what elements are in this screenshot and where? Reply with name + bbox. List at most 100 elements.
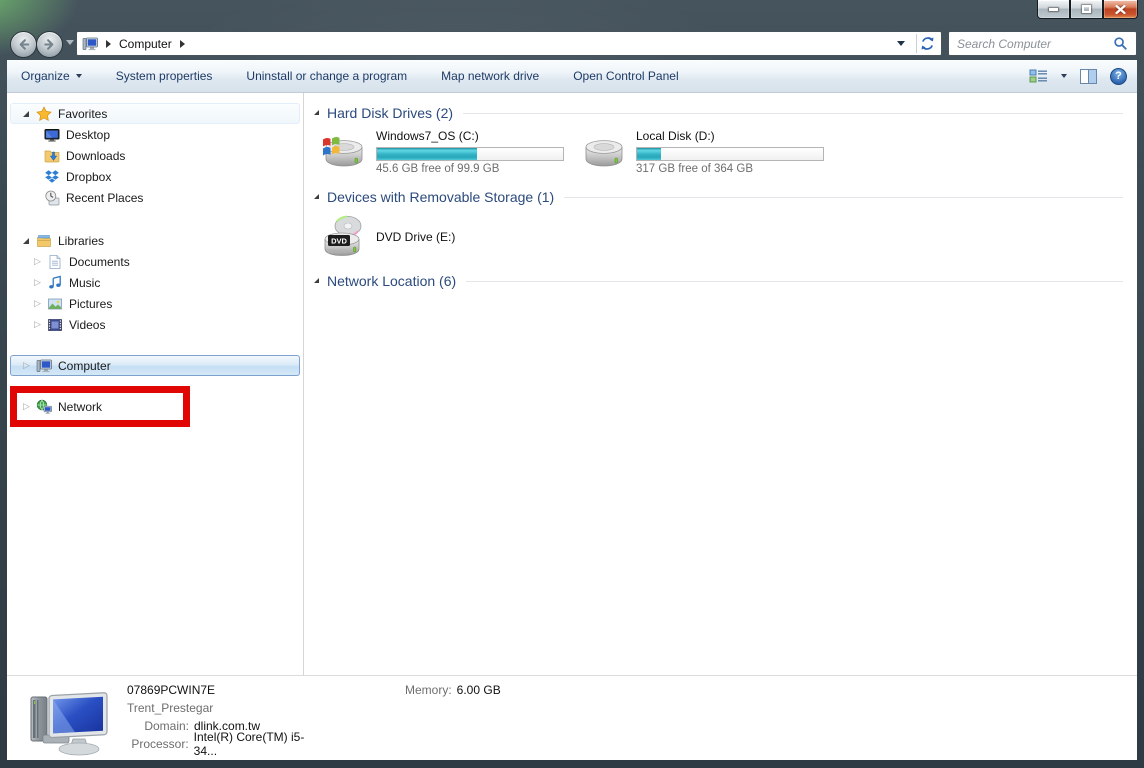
- hard-drive-windows-icon: [320, 131, 368, 173]
- documents-label: Documents: [69, 255, 130, 269]
- computer-icon: [36, 358, 52, 374]
- recent-places-icon: [44, 190, 60, 206]
- collapsed-arrow-icon[interactable]: ▷: [23, 401, 31, 412]
- group-header-removable-storage[interactable]: Devices with Removable Storage (1): [312, 187, 1123, 207]
- dvd-drive-tile[interactable]: DVD DVD Drive (E:): [320, 213, 1123, 261]
- history-dropdown[interactable]: [66, 40, 74, 45]
- star-icon: [36, 106, 52, 122]
- collapsed-arrow-icon[interactable]: ▷: [34, 298, 42, 309]
- sidebar-item-recent-places[interactable]: Recent Places: [7, 187, 303, 208]
- recent-places-label: Recent Places: [66, 191, 143, 205]
- sidebar-item-desktop[interactable]: Desktop: [7, 124, 303, 145]
- minimize-icon: [1049, 8, 1058, 11]
- capacity-bar-fill: [637, 148, 661, 160]
- breadcrumb-arrow-icon[interactable]: [106, 40, 111, 48]
- drive-name: Windows7_OS (C:): [376, 129, 564, 146]
- maximize-icon: [1082, 5, 1091, 13]
- domain-label: Domain:: [127, 719, 189, 733]
- capacity-bar-fill: [377, 148, 477, 160]
- uninstall-program-button[interactable]: Uninstall or change a program: [246, 69, 407, 83]
- preview-pane-button[interactable]: [1080, 69, 1097, 84]
- close-button[interactable]: [1103, 0, 1138, 19]
- sidebar-item-favorites[interactable]: Favorites: [10, 103, 300, 124]
- drive-d-info: Local Disk (D:) 317 GB free of 364 GB: [636, 129, 824, 175]
- search-input[interactable]: Search Computer: [948, 31, 1137, 56]
- back-arrow-icon: [16, 37, 31, 52]
- drive-c-info: Windows7_OS (C:) 45.6 GB free of 99.9 GB: [376, 129, 564, 175]
- drive-d-tile[interactable]: Local Disk (D:) 317 GB free of 364 GB: [580, 129, 824, 175]
- network-label: Network: [58, 400, 102, 414]
- group-header-hard-disk-drives[interactable]: Hard Disk Drives (2): [312, 103, 1123, 123]
- free-space-text: 45.6 GB free of 99.9 GB: [376, 163, 564, 175]
- sidebar-item-documents[interactable]: ▷ Documents: [7, 251, 303, 272]
- address-bar[interactable]: Computer: [76, 31, 942, 56]
- desktop-label: Desktop: [66, 128, 110, 142]
- explorer-body: Favorites Desktop: [7, 93, 1137, 675]
- sidebar-item-downloads[interactable]: Downloads: [7, 145, 303, 166]
- drive-name: Local Disk (D:): [636, 129, 824, 146]
- breadcrumb-computer[interactable]: Computer: [119, 37, 172, 51]
- network-icon: [36, 399, 52, 415]
- collapsed-arrow-icon[interactable]: ▷: [34, 277, 42, 288]
- dvd-badge-label: DVD: [331, 237, 347, 246]
- group-collapse-icon[interactable]: [314, 194, 319, 199]
- forward-arrow-icon: [42, 37, 57, 52]
- sidebar-item-videos[interactable]: ▷ Videos: [7, 314, 303, 335]
- downloads-icon: [44, 148, 60, 164]
- chevron-down-icon: [76, 74, 82, 78]
- hard-drive-icon: [580, 131, 628, 173]
- group-title: Hard Disk Drives (2): [327, 105, 453, 121]
- group-collapse-icon[interactable]: [314, 278, 319, 283]
- sidebar-item-network[interactable]: ▷ Network: [7, 396, 303, 417]
- computer-name: 07869PCWIN7E: [127, 681, 327, 699]
- collapsed-arrow-icon[interactable]: ▷: [34, 319, 42, 330]
- sidebar-item-computer[interactable]: ▷ Computer: [10, 355, 300, 376]
- address-divider: [916, 34, 917, 53]
- sidebar-item-pictures[interactable]: ▷ Pictures: [7, 293, 303, 314]
- user-name: Trent_Prestegar: [127, 699, 327, 717]
- collapsed-arrow-icon[interactable]: ▷: [34, 256, 42, 267]
- details-pane: 07869PCWIN7E Trent_Prestegar Domain: dli…: [7, 675, 1137, 760]
- sidebar-item-dropbox[interactable]: Dropbox: [7, 166, 303, 187]
- open-control-panel-button[interactable]: Open Control Panel: [573, 69, 678, 83]
- free-space-text: 317 GB free of 364 GB: [636, 163, 824, 175]
- expanded-arrow-icon[interactable]: [23, 238, 29, 244]
- drive-c-tile[interactable]: Windows7_OS (C:) 45.6 GB free of 99.9 GB: [320, 129, 564, 175]
- map-network-drive-button[interactable]: Map network drive: [441, 69, 539, 83]
- search-placeholder: Search Computer: [957, 37, 1113, 51]
- memory-row: Memory: 6.00 GB: [405, 681, 501, 699]
- window-controls: [1037, 0, 1138, 19]
- refresh-icon[interactable]: [919, 35, 936, 52]
- breadcrumb-arrow-icon[interactable]: [180, 40, 185, 48]
- sidebar-spacer: [7, 208, 303, 230]
- memory-label: Memory:: [405, 683, 452, 697]
- explorer-window: Computer Search Computer Organize System…: [0, 0, 1144, 768]
- change-view-button[interactable]: [1029, 69, 1067, 84]
- expanded-arrow-icon[interactable]: [23, 111, 29, 117]
- group-header-network-location[interactable]: Network Location (6): [312, 271, 1123, 291]
- favorites-label: Favorites: [58, 107, 107, 121]
- collapsed-arrow-icon[interactable]: ▷: [23, 360, 31, 371]
- videos-label: Videos: [69, 318, 105, 332]
- address-dropdown-icon[interactable]: [897, 41, 905, 46]
- forward-button[interactable]: [36, 31, 63, 58]
- sidebar-spacer: [7, 376, 303, 396]
- content-panel: Organize System properties Uninstall or …: [7, 60, 1137, 760]
- dvd-drive-icon: DVD: [320, 213, 368, 261]
- command-toolbar: Organize System properties Uninstall or …: [7, 60, 1137, 93]
- minimize-button[interactable]: [1037, 0, 1070, 19]
- organize-label: Organize: [21, 69, 70, 83]
- maximize-button[interactable]: [1070, 0, 1103, 19]
- search-icon[interactable]: [1113, 36, 1128, 51]
- organize-button[interactable]: Organize: [21, 69, 82, 83]
- system-properties-button[interactable]: System properties: [116, 69, 213, 83]
- dropbox-label: Dropbox: [66, 170, 111, 184]
- group-collapse-icon[interactable]: [314, 110, 319, 115]
- sidebar-item-libraries[interactable]: Libraries: [7, 230, 303, 251]
- sidebar-item-music[interactable]: ▷ Music: [7, 272, 303, 293]
- videos-icon: [47, 317, 63, 333]
- help-button[interactable]: ?: [1110, 68, 1127, 85]
- details-column-2: Memory: 6.00 GB: [405, 681, 501, 760]
- back-button[interactable]: [10, 31, 37, 58]
- hard-disk-tiles: Windows7_OS (C:) 45.6 GB free of 99.9 GB: [320, 129, 1123, 175]
